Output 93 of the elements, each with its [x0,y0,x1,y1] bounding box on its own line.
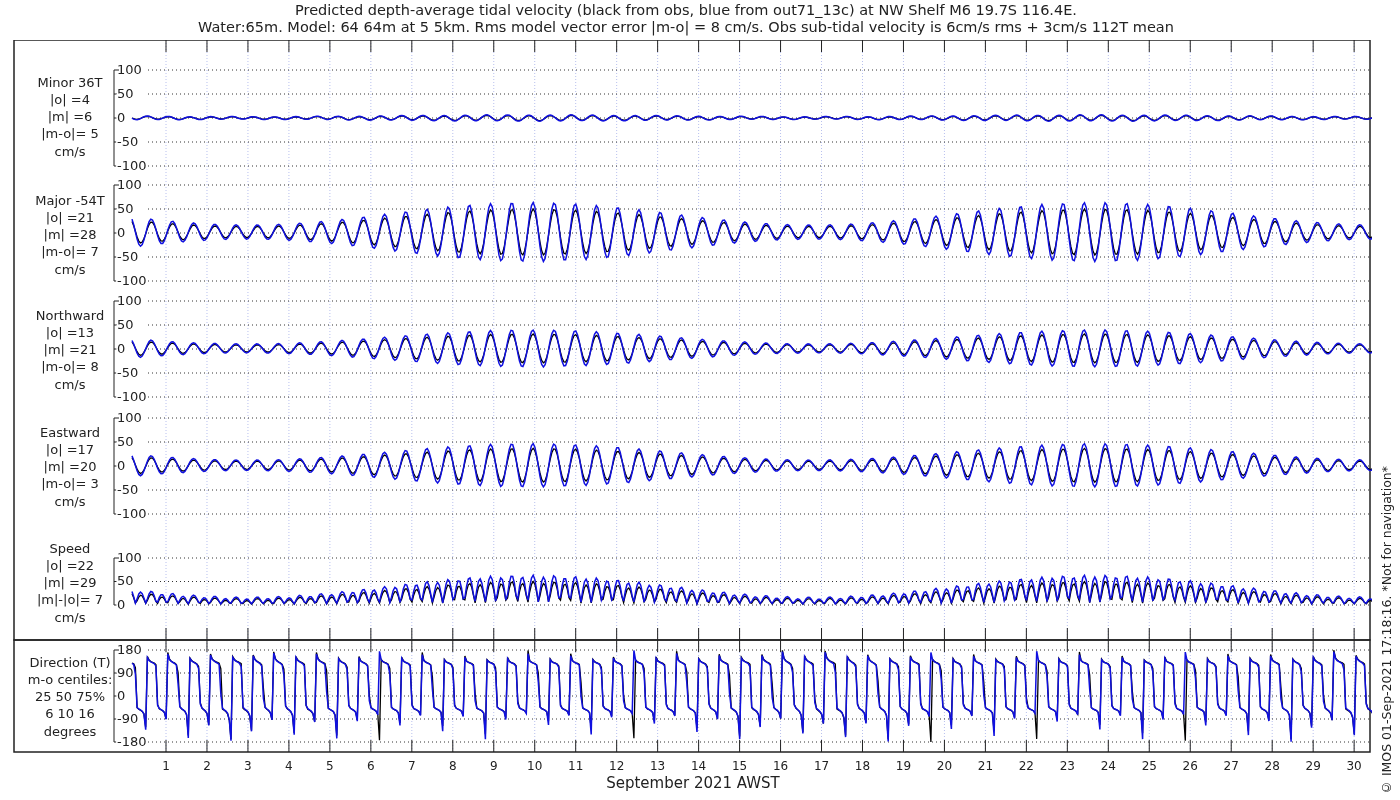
credit-text: © IMOS 01-Sep-2021 17:18:16. *Not for navigation* [1378,465,1394,795]
y-tick-label: -50 [117,481,139,497]
panel-label: |m| =6 [47,109,93,125]
x-tick-label: 24 [1100,758,1116,773]
y-tick-label: 100 [117,292,142,308]
y-tick-label: 50 [117,316,134,332]
y-tick-label: -50 [117,364,139,380]
chart-title: Water:65m. Model: 64 64m at 5 5km. Rms model vector error |m-o| = 8 cm/s. Obs sub-tidal velocity is 6cm/s rms + 3cm/s 112T mean [198,19,1174,36]
y-tick-label: 100 [117,549,142,565]
y-tick-label: 50 [117,200,134,216]
y-tick-label: 100 [117,61,142,77]
panel-label: Major -54T [35,192,105,208]
y-tick-label: 0 [117,457,126,473]
x-tick-label: 15 [731,758,748,773]
x-tick-label: 11 [568,758,584,773]
y-tick-label: 0 [117,109,126,125]
panel-label: |m| =29 [43,575,97,591]
panel-label: |m| =21 [43,342,97,358]
x-tick-label: 1 [162,758,170,773]
panel-label: cm/s [54,143,86,159]
y-tick-label: -180 [117,733,147,749]
y-tick-label: 0 [117,596,126,612]
x-tick-label: 21 [977,758,994,773]
panel-label: cm/s [54,609,86,625]
y-tick-label: 100 [117,176,142,192]
x-tick-label: 16 [772,758,789,773]
y-tick-label: 0 [117,224,126,240]
panel-label: cm/s [54,493,86,509]
panel-label: |m-o|= 3 [41,476,99,492]
y-tick-label: -90 [117,710,139,726]
x-tick-label: 5 [326,758,334,773]
panel-label: 6 10 16 [45,706,95,722]
x-axis-label: September 2021 AWST [606,773,780,792]
x-tick-label: 19 [895,758,912,773]
y-tick-label: 50 [117,433,134,449]
y-tick-label: -50 [117,133,139,149]
panel-label: |m| =28 [43,227,97,243]
y-tick-label: -100 [117,157,147,173]
y-tick-label: 50 [117,573,134,588]
chart-title: Predicted depth-average tidal velocity (black from obs, blue from out71_13c) at NW Shelf M6 19.7S 116.4E. [295,2,1077,19]
x-tick-label: 30 [1346,758,1362,773]
x-tick-label: 14 [690,758,707,773]
panel-label: |m-o|= 7 [41,244,99,260]
x-tick-label: 29 [1305,758,1321,773]
panel-label: |o| =13 [45,324,95,340]
x-tick-label: 23 [1059,758,1075,773]
x-tick-label: 22 [1018,758,1034,773]
panel-label: Direction (T) [29,654,111,670]
x-tick-label: 9 [489,758,498,773]
y-tick-label: -50 [117,248,139,264]
y-tick-label: 180 [117,641,142,657]
y-tick-label: 90 [117,664,134,680]
x-tick-label: 12 [609,758,625,773]
x-tick-label: 28 [1264,758,1280,773]
panel-label: |o| =22 [45,557,95,573]
panel-label: |m|-|o|= 7 [36,592,104,608]
y-tick-label: 50 [117,85,134,101]
panel-label: |o| =17 [45,441,95,457]
x-tick-label: 18 [854,758,871,773]
panel-label: Eastward [40,424,100,440]
panel-label: 25 50 75% [34,689,106,705]
x-tick-label: 27 [1223,758,1239,773]
y-tick-label: -100 [117,272,147,288]
panel-label: |m-o|= 8 [41,359,99,375]
panel-label: degrees [43,723,97,739]
x-tick-label: 10 [527,758,543,773]
panel-label: |m| =20 [43,459,97,475]
panel-label: cm/s [54,376,86,392]
x-tick-label: 26 [1182,758,1198,773]
y-tick-label: 100 [117,409,142,425]
x-tick-label: 8 [448,758,457,773]
panel-label: Speed [49,540,91,556]
y-tick-label: 0 [117,340,126,356]
panel-label: |o| =21 [45,209,95,225]
x-tick-label: 13 [650,758,666,773]
panel-label: |o| =4 [50,91,90,107]
y-tick-label: -100 [117,505,147,521]
x-tick-label: 17 [813,758,830,773]
x-tick-label: 2 [203,758,211,773]
x-tick-label: 6 [367,758,375,773]
panel-label: Northward [35,307,105,323]
x-tick-label: 20 [936,758,953,773]
y-tick-label: -100 [117,388,147,404]
x-tick-label: 25 [1141,758,1157,773]
x-tick-label: 7 [408,758,416,773]
y-tick-label: 0 [117,687,126,703]
x-tick-label: 4 [285,758,293,773]
panel-label: |m-o|= 5 [41,126,99,142]
panel-label: cm/s [54,261,86,277]
x-tick-label: 3 [244,758,252,773]
panel-label: Minor 36T [37,74,103,90]
panel-label: m-o centiles: [27,671,113,687]
y-axis [113,557,120,606]
